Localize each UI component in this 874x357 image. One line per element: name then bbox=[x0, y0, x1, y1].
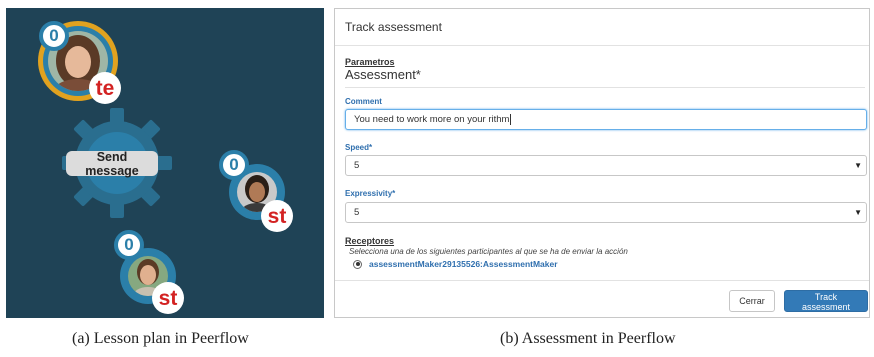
expressivity-label: Expressivity* bbox=[345, 189, 396, 198]
text-cursor bbox=[510, 114, 512, 125]
header-divider bbox=[335, 45, 869, 46]
radio-selected-icon[interactable] bbox=[353, 259, 362, 269]
caption-assessment: (b) Assessment in Peerflow bbox=[500, 330, 676, 347]
receptores-label: Receptores bbox=[345, 236, 395, 246]
assessment-divider bbox=[345, 87, 865, 88]
comment-input-value: You need to work more on your rithm bbox=[354, 114, 510, 125]
student-node-1[interactable]: 0 st bbox=[211, 148, 321, 238]
teacher-count-badge: 0 bbox=[39, 21, 69, 51]
student-2-count-badge: 0 bbox=[114, 230, 144, 260]
comment-label: Comment bbox=[345, 97, 382, 106]
speed-select[interactable]: 5 ▼ bbox=[345, 155, 867, 176]
chevron-down-icon: ▼ bbox=[854, 161, 862, 170]
caption-lesson-plan: (a) Lesson plan in Peerflow bbox=[72, 330, 249, 347]
cancel-button[interactable]: Cerrar bbox=[729, 290, 775, 312]
recipient-option[interactable]: assessmentMaker29135526:AssessmentMaker bbox=[353, 259, 558, 269]
student-node-2[interactable]: 0 st bbox=[106, 226, 216, 316]
recipient-option-label: assessmentMaker29135526:AssessmentMaker bbox=[369, 259, 558, 269]
send-message-button[interactable]: Send message bbox=[66, 150, 158, 178]
assessment-heading: Assessment* bbox=[345, 67, 421, 82]
teacher-node[interactable]: 0 te bbox=[6, 8, 126, 108]
assessment-modal: Track assessment Parametros Assessment* … bbox=[334, 8, 870, 318]
modal-title: Track assessment bbox=[345, 20, 442, 34]
footer-divider bbox=[335, 280, 869, 281]
expressivity-select-value: 5 bbox=[354, 207, 360, 218]
receptores-help-text: Selecciona una de los siguientes partici… bbox=[349, 247, 628, 256]
parametros-label: Parametros bbox=[345, 57, 395, 67]
chevron-down-icon: ▼ bbox=[854, 208, 862, 217]
comment-input[interactable]: You need to work more on your rithm bbox=[345, 109, 867, 130]
student-2-role-badge: st bbox=[152, 282, 184, 314]
expressivity-select[interactable]: 5 ▼ bbox=[345, 202, 867, 223]
track-assessment-button[interactable]: Track assessment bbox=[784, 290, 868, 312]
student-1-role-badge: st bbox=[261, 200, 293, 232]
lesson-plan-panel: 0 te Send message 0 st 0 st bbox=[6, 8, 324, 318]
speed-select-value: 5 bbox=[354, 160, 360, 171]
teacher-role-badge: te bbox=[89, 72, 121, 104]
speed-label: Speed* bbox=[345, 143, 373, 152]
student-1-count-badge: 0 bbox=[219, 150, 249, 180]
